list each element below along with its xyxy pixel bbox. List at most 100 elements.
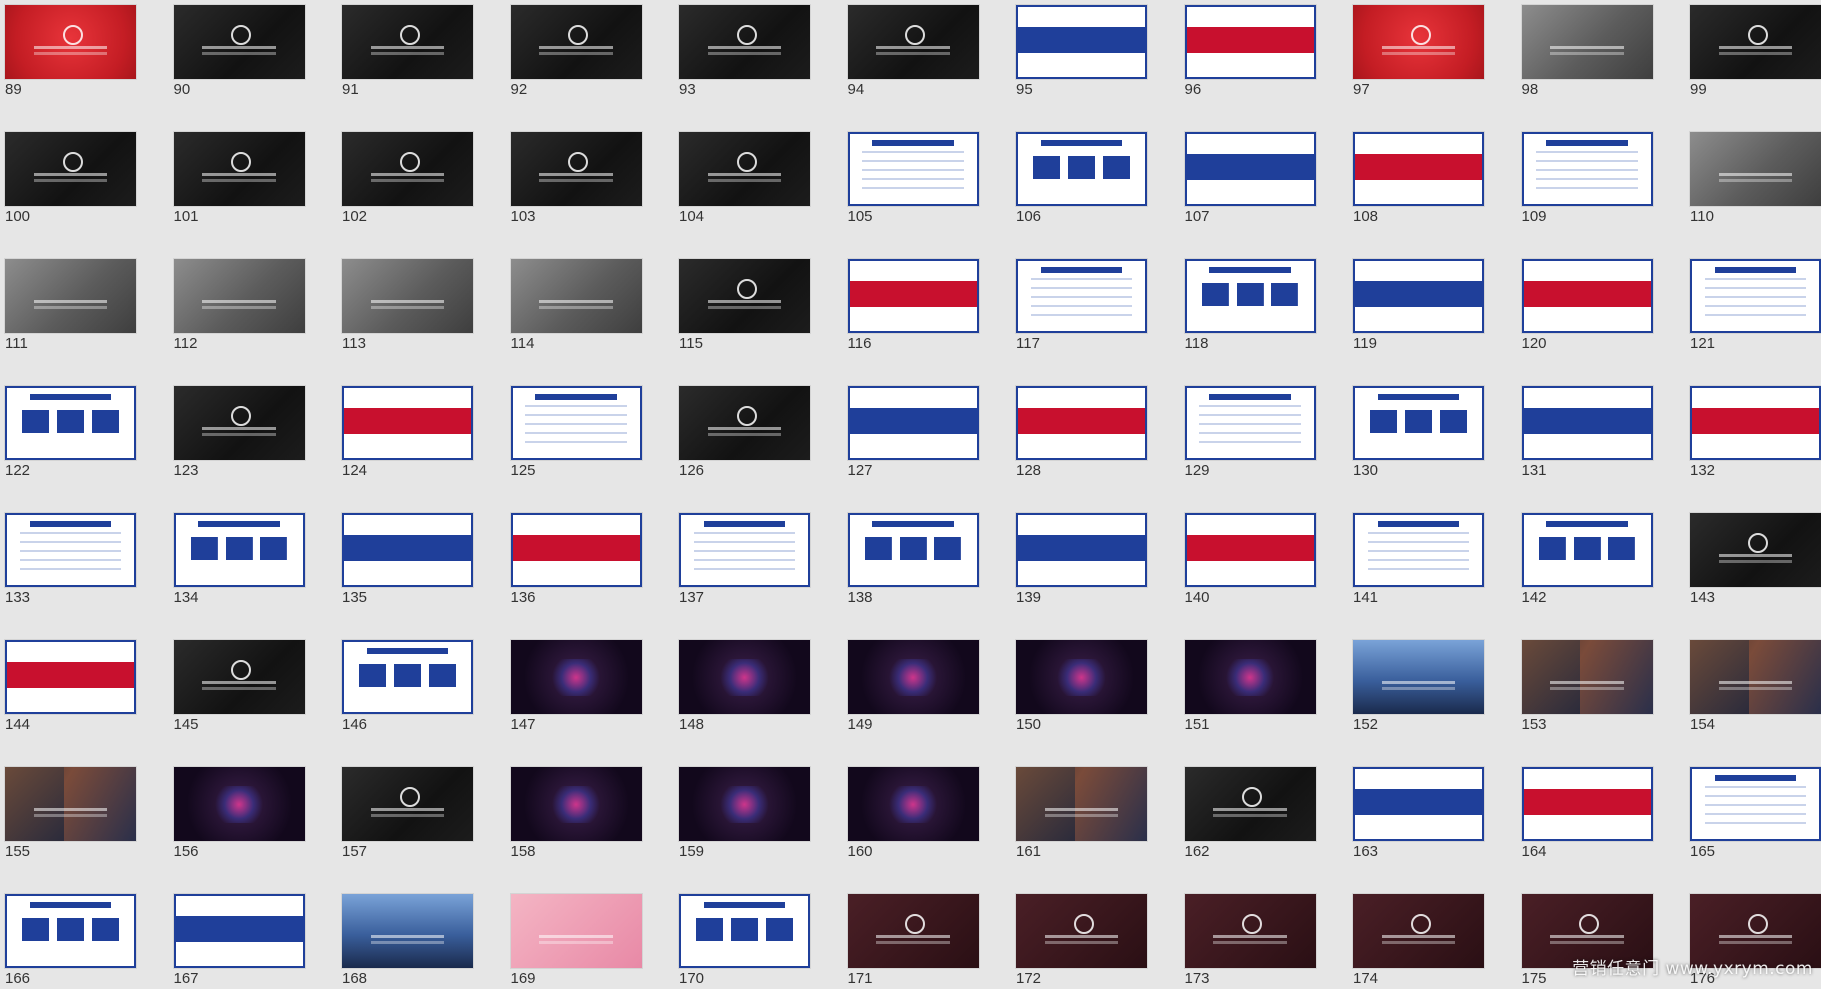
slide-thumbnail[interactable]: 157 xyxy=(342,767,473,894)
slide-thumbnail[interactable]: 127 xyxy=(847,386,979,513)
slide-thumbnail[interactable]: 144 xyxy=(5,640,136,767)
slide-thumbnail[interactable]: 142 xyxy=(1521,513,1653,640)
slide-decoration xyxy=(1040,139,1123,146)
slide-thumbnail[interactable]: 107 xyxy=(1184,132,1316,259)
slide-thumbnail[interactable]: 115 xyxy=(679,259,810,386)
slide-thumbnail[interactable]: 110 xyxy=(1690,132,1821,259)
slide-thumbnail[interactable]: 136 xyxy=(510,513,642,640)
slide-thumbnail[interactable]: 117 xyxy=(1016,259,1147,386)
slide-thumbnail[interactable]: 140 xyxy=(1184,513,1316,640)
slide-thumbnail[interactable]: 118 xyxy=(1184,259,1316,386)
slide-thumbnail[interactable]: 155 xyxy=(5,767,136,894)
slide-thumbnail[interactable]: 101 xyxy=(173,132,305,259)
slide-number: 155 xyxy=(5,843,31,860)
slide-thumbnail[interactable]: 141 xyxy=(1353,513,1484,640)
slide-thumbnail[interactable]: 131 xyxy=(1521,386,1653,513)
slide-decoration xyxy=(549,785,603,823)
slide-decoration xyxy=(1377,393,1460,400)
slide-number: 104 xyxy=(679,208,705,225)
slide-thumbnail[interactable]: 150 xyxy=(1016,640,1147,767)
slide-thumbnail[interactable]: 173 xyxy=(1184,894,1316,989)
slide-thumbnail[interactable]: 134 xyxy=(173,513,305,640)
slide-thumbnail[interactable]: 152 xyxy=(1353,640,1484,767)
slide-thumbnail[interactable]: 132 xyxy=(1690,386,1821,513)
slide-thumbnail[interactable]: 168 xyxy=(342,894,473,989)
slide-thumbnail[interactable]: 137 xyxy=(679,513,810,640)
slide-thumbnail[interactable]: 130 xyxy=(1353,386,1484,513)
slide-thumbnail[interactable]: 167 xyxy=(173,894,305,989)
slide-thumbnail[interactable]: 94 xyxy=(847,5,979,132)
slide-thumbnail[interactable]: 161 xyxy=(1016,767,1147,894)
slide-preview-image xyxy=(1016,5,1147,79)
slide-thumbnail[interactable]: 135 xyxy=(342,513,473,640)
slide-thumbnail[interactable]: 124 xyxy=(342,386,473,513)
slide-thumbnail[interactable]: 91 xyxy=(342,5,473,132)
slide-thumbnail[interactable]: 145 xyxy=(173,640,305,767)
slide-thumbnail[interactable]: 112 xyxy=(173,259,305,386)
slide-thumbnail[interactable]: 126 xyxy=(679,386,810,513)
slide-thumbnail[interactable]: 89 xyxy=(5,5,136,132)
slide-thumbnail[interactable]: 163 xyxy=(1353,767,1484,894)
slide-decoration xyxy=(849,280,977,308)
slide-thumbnail[interactable]: 125 xyxy=(510,386,642,513)
slide-thumbnail[interactable]: 106 xyxy=(1016,132,1147,259)
slide-thumbnail[interactable]: 158 xyxy=(510,767,642,894)
slide-thumbnail[interactable]: 104 xyxy=(679,132,810,259)
slide-thumbnail[interactable]: 95 xyxy=(1016,5,1147,132)
slide-preview-image xyxy=(1690,640,1821,714)
slide-thumbnail[interactable]: 121 xyxy=(1690,259,1821,386)
slide-thumbnail[interactable]: 116 xyxy=(847,259,979,386)
slide-thumbnail[interactable]: 171 xyxy=(847,894,979,989)
slide-thumbnail[interactable]: 120 xyxy=(1521,259,1653,386)
slide-thumbnail[interactable]: 166 xyxy=(5,894,136,989)
slide-thumbnail[interactable]: 105 xyxy=(847,132,979,259)
slide-number: 141 xyxy=(1353,589,1379,606)
slide-thumbnail[interactable]: 90 xyxy=(173,5,305,132)
slide-thumbnail[interactable]: 92 xyxy=(510,5,642,132)
slide-thumbnail[interactable]: 133 xyxy=(5,513,136,640)
slide-thumbnail[interactable]: 122 xyxy=(5,386,136,513)
slide-thumbnail[interactable]: 97 xyxy=(1353,5,1484,132)
slide-number: 168 xyxy=(342,970,368,987)
slide-thumbnail[interactable]: 148 xyxy=(679,640,810,767)
slide-thumbnail[interactable]: 162 xyxy=(1184,767,1316,894)
slide-thumbnail[interactable]: 164 xyxy=(1521,767,1653,894)
slide-thumbnail[interactable]: 174 xyxy=(1353,894,1484,989)
slide-thumbnail[interactable]: 146 xyxy=(342,640,473,767)
slide-thumbnail[interactable]: 154 xyxy=(1690,640,1821,767)
slide-thumbnail[interactable]: 99 xyxy=(1690,5,1821,132)
slide-thumbnail[interactable]: 151 xyxy=(1184,640,1316,767)
slide-decoration xyxy=(1016,767,1075,841)
slide-thumbnail[interactable]: 111 xyxy=(5,259,136,386)
slide-thumbnail[interactable]: 169 xyxy=(510,894,642,989)
slide-thumbnail[interactable]: 160 xyxy=(847,767,979,894)
slide-thumbnail[interactable]: 149 xyxy=(847,640,979,767)
slide-thumbnail[interactable]: 108 xyxy=(1353,132,1484,259)
slide-thumbnail[interactable]: 165 xyxy=(1690,767,1821,894)
slide-thumbnail[interactable]: 129 xyxy=(1184,386,1316,513)
slide-thumbnail[interactable]: 114 xyxy=(510,259,642,386)
slide-thumbnail[interactable]: 170 xyxy=(679,894,810,989)
slide-thumbnail[interactable]: 98 xyxy=(1521,5,1653,132)
slide-decoration xyxy=(1704,277,1807,323)
slide-thumbnail[interactable]: 103 xyxy=(510,132,642,259)
slide-thumbnail[interactable]: 93 xyxy=(679,5,810,132)
slide-thumbnail[interactable]: 156 xyxy=(173,767,305,894)
slide-thumbnail[interactable]: 123 xyxy=(173,386,305,513)
slide-thumbnail[interactable]: 172 xyxy=(1016,894,1147,989)
slide-thumbnail[interactable]: 128 xyxy=(1016,386,1147,513)
slide-thumbnail[interactable]: 138 xyxy=(847,513,979,640)
slide-decoration xyxy=(1704,785,1807,831)
slide-preview-image xyxy=(5,259,136,333)
slide-thumbnail[interactable]: 100 xyxy=(5,132,136,259)
slide-thumbnail[interactable]: 96 xyxy=(1184,5,1316,132)
slide-thumbnail[interactable]: 153 xyxy=(1521,640,1653,767)
slide-thumbnail[interactable]: 139 xyxy=(1016,513,1147,640)
slide-thumbnail[interactable]: 147 xyxy=(510,640,642,767)
slide-thumbnail[interactable]: 102 xyxy=(342,132,473,259)
slide-thumbnail[interactable]: 109 xyxy=(1521,132,1653,259)
slide-thumbnail[interactable]: 143 xyxy=(1690,513,1821,640)
slide-thumbnail[interactable]: 113 xyxy=(342,259,473,386)
slide-thumbnail[interactable]: 159 xyxy=(679,767,810,894)
slide-thumbnail[interactable]: 119 xyxy=(1353,259,1484,386)
